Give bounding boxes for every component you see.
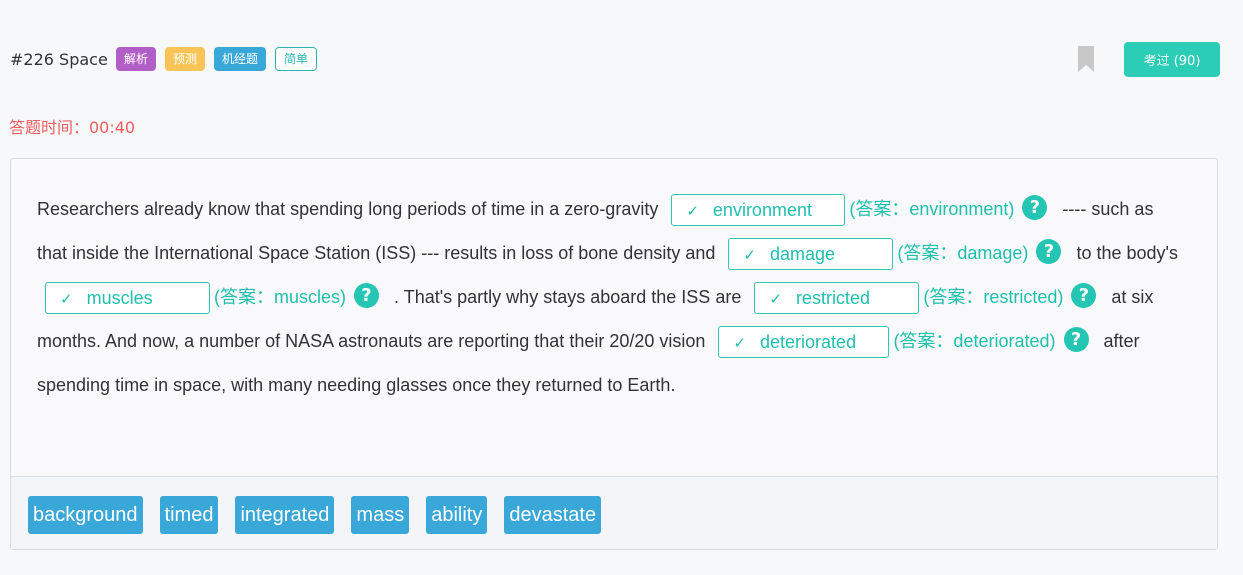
check-icon: ✓ — [686, 203, 699, 221]
answer-text: (答案：damage) — [897, 243, 1029, 263]
blank-value: muscles — [86, 288, 153, 309]
answer-text: (答案：deteriorated) — [893, 331, 1056, 351]
answer-text: (答案：restricted) — [923, 287, 1064, 307]
blank-value: deteriorated — [760, 332, 857, 353]
passage-text: the ISS are — [651, 287, 742, 307]
passage-text: their 20/20 vision — [569, 331, 706, 351]
check-icon: ✓ — [733, 335, 747, 353]
blank-5[interactable]: ✓ deteriorated — [718, 326, 890, 359]
answer-timer: 答题时间：00:40 — [9, 118, 136, 137]
help-icon[interactable]: ? — [1071, 282, 1097, 308]
answer-text: (答案：environment) — [849, 199, 1015, 219]
passed-button[interactable]: 考过 (90) — [1124, 42, 1220, 77]
word-chip[interactable]: ability — [426, 496, 488, 534]
help-icon[interactable]: ? — [1022, 194, 1048, 220]
question-title: #226 Space — [10, 50, 108, 69]
passage-text: to the body's — [1076, 243, 1178, 263]
help-icon[interactable]: ? — [354, 282, 380, 308]
check-icon: ✓ — [60, 291, 73, 309]
passage: Researchers already know that spending l… — [37, 187, 1187, 407]
answer-text: (答案：muscles) — [214, 287, 347, 307]
blank-value: damage — [769, 244, 836, 265]
passage-text: . That's partly why stays aboard — [394, 287, 647, 307]
help-icon[interactable]: ? — [1036, 238, 1062, 264]
tag-prediction[interactable]: 预测 — [165, 47, 206, 71]
word-chip[interactable]: mass — [351, 496, 410, 534]
tag-exam-question[interactable]: 机经题 — [214, 47, 267, 71]
help-icon[interactable]: ? — [1063, 326, 1089, 352]
word-chip[interactable]: timed — [159, 496, 219, 534]
blank-2[interactable]: ✓ damage — [728, 238, 894, 271]
word-chip[interactable]: devastate — [504, 496, 602, 534]
check-icon: ✓ — [769, 291, 782, 309]
tag-analysis[interactable]: 解析 — [116, 47, 157, 71]
passage-text: they returned to Earth. — [496, 375, 676, 395]
tag-list: 解析 预测 机经题 简单 — [116, 47, 318, 71]
word-list: background timed integrated mass ability… — [28, 496, 602, 534]
question-card: Researchers already know that spending l… — [10, 158, 1218, 550]
blank-value: environment — [712, 200, 812, 221]
bookmark-icon[interactable] — [1078, 46, 1094, 72]
passage-text: Researchers already know that spending l… — [37, 199, 659, 219]
blank-1[interactable]: ✓ environment — [671, 194, 846, 227]
blank-value: restricted — [795, 288, 870, 309]
tag-difficulty[interactable]: 简单 — [275, 47, 318, 71]
word-bank: background timed integrated mass ability… — [11, 477, 1217, 549]
word-chip[interactable]: integrated — [235, 496, 335, 534]
word-chip[interactable]: background — [28, 496, 143, 534]
passage-text: ---- — [1062, 199, 1087, 219]
blank-3[interactable]: ✓ muscles — [45, 282, 210, 315]
blank-4[interactable]: ✓ restricted — [754, 282, 920, 315]
check-icon: ✓ — [743, 247, 756, 265]
question-header: #226 Space 解析 预测 机经题 简单 考过 (90) — [10, 42, 1220, 78]
